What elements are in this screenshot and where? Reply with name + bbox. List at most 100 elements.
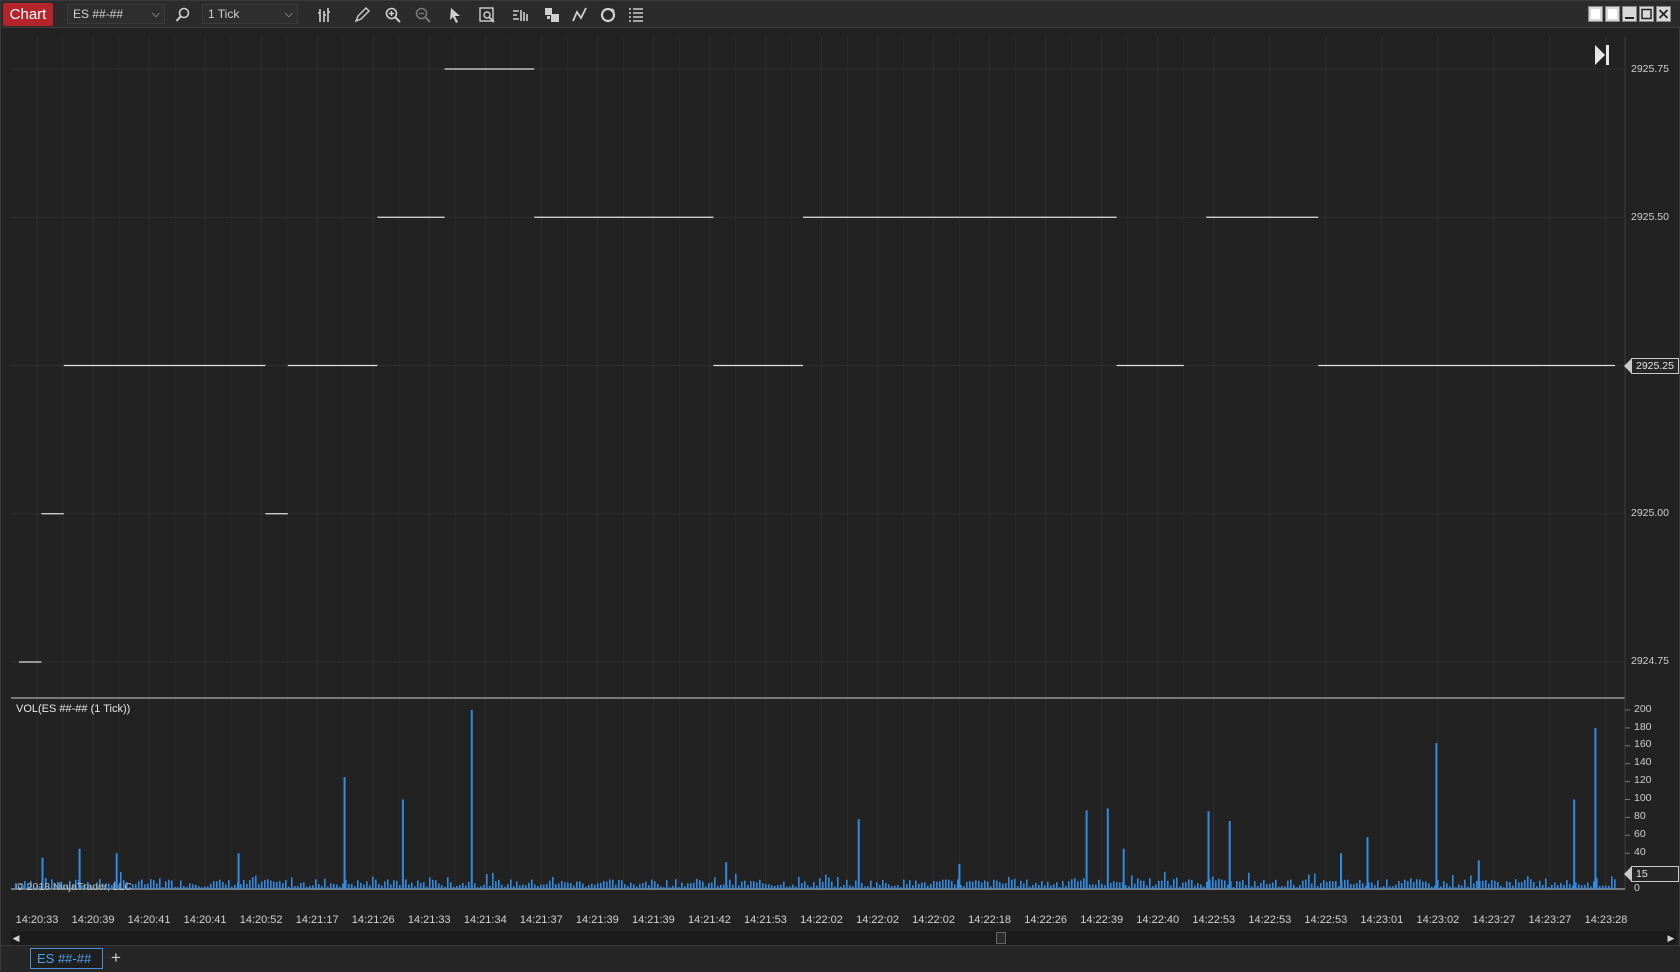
volume-bar <box>1308 874 1310 889</box>
current-volume-marker: 15 <box>1624 866 1679 882</box>
volume-bar <box>1485 880 1487 889</box>
volume-bar <box>470 710 473 889</box>
volume-bar <box>1518 882 1520 889</box>
volume-bar <box>984 880 986 889</box>
price-axis-label: 2925.50 <box>1631 211 1669 223</box>
volume-bar <box>1311 883 1313 889</box>
volume-bar <box>1092 884 1094 889</box>
volume-bar <box>348 883 350 889</box>
volume-bar <box>1200 884 1202 889</box>
volume-bar <box>1251 886 1253 889</box>
volume-bar <box>1566 880 1568 889</box>
volume-bar <box>1221 879 1223 889</box>
horizontal-scrollbar[interactable]: ◀ ▶ <box>11 931 1676 945</box>
volume-bar <box>1584 884 1586 889</box>
scroll-thumb[interactable] <box>996 932 1006 944</box>
volume-bar <box>1098 879 1100 889</box>
scroll-left-icon[interactable]: ◀ <box>11 933 21 943</box>
volume-bar <box>1053 884 1055 889</box>
volume-bar <box>663 887 665 889</box>
volume-bar <box>297 885 299 889</box>
volume-bar <box>1392 886 1394 889</box>
volume-bar <box>1590 886 1592 889</box>
time-axis-label: 14:22:40 <box>1136 914 1180 926</box>
volume-bar <box>555 884 557 889</box>
volume-bar <box>1509 882 1511 889</box>
volume-bar <box>1435 743 1438 889</box>
volume-bar <box>1032 884 1034 889</box>
volume-bar <box>1557 885 1559 889</box>
volume-bar <box>1581 885 1583 889</box>
volume-bar <box>897 885 899 889</box>
volume-bar <box>798 876 800 889</box>
volume-bar <box>768 884 770 889</box>
volume-bar <box>408 884 410 889</box>
volume-bar <box>1593 881 1595 889</box>
volume-bar <box>1038 884 1040 889</box>
volume-bar <box>657 884 659 889</box>
volume-axis-label: 200 <box>1634 703 1652 715</box>
scroll-to-end-icon[interactable] <box>1593 43 1611 67</box>
volume-bar <box>294 885 296 889</box>
volume-bar <box>819 878 821 889</box>
volume-bar <box>522 884 524 889</box>
volume-bar <box>1188 879 1190 889</box>
volume-bar <box>1293 884 1295 889</box>
volume-bar <box>1530 879 1532 889</box>
volume-bar <box>513 886 515 889</box>
volume-bar <box>699 880 701 889</box>
volume-bar <box>1047 881 1049 889</box>
volume-bar <box>978 880 980 889</box>
chart-plot-area[interactable] <box>1 1 1680 931</box>
volume-bar <box>180 880 182 889</box>
volume-bar <box>1080 880 1082 889</box>
volume-bar <box>423 882 425 889</box>
volume-bar <box>993 879 995 889</box>
volume-bar <box>369 885 371 889</box>
volume-bar <box>456 885 458 889</box>
instrument-tab[interactable]: ES ##-## <box>30 948 103 969</box>
volume-bar <box>1281 885 1283 889</box>
volume-bar <box>1377 880 1379 889</box>
volume-bar <box>504 886 506 889</box>
volume-bar <box>942 879 944 889</box>
volume-bar <box>1536 886 1538 889</box>
volume-bar <box>438 883 440 889</box>
volume-bar <box>666 880 668 889</box>
volume-bar <box>1203 886 1205 889</box>
volume-bar <box>1191 879 1193 889</box>
volume-bar <box>1578 884 1580 889</box>
volume-bar <box>501 884 503 889</box>
volume-bar <box>903 879 905 889</box>
volume-bar <box>1085 810 1088 889</box>
volume-bar <box>1005 883 1007 889</box>
add-tab-button[interactable]: + <box>105 948 127 969</box>
volume-bar <box>276 881 278 889</box>
volume-bar <box>1551 884 1553 889</box>
volume-bar <box>204 886 206 889</box>
volume-bar <box>1563 884 1565 889</box>
current-price-marker: 2925.25 <box>1624 358 1679 374</box>
volume-bar <box>1353 884 1355 889</box>
volume-bar <box>732 884 734 889</box>
volume-bar <box>528 882 530 889</box>
volume-bar <box>378 883 380 889</box>
volume-bar <box>1137 878 1139 889</box>
volume-bar <box>1101 883 1103 889</box>
volume-bar <box>1023 883 1025 889</box>
volume-bar <box>618 879 620 889</box>
volume-bar <box>612 879 614 889</box>
volume-bar <box>630 882 632 889</box>
volume-bar <box>327 886 329 889</box>
volume-bar <box>1521 881 1523 889</box>
volume-bar <box>366 881 368 889</box>
volume-bar <box>813 882 815 889</box>
volume-bar <box>1455 887 1457 889</box>
volume-bar <box>462 883 464 889</box>
time-axis-label: 14:22:02 <box>800 914 843 926</box>
volume-bar <box>405 879 407 889</box>
volume-bar <box>159 878 161 889</box>
volume-bar <box>183 886 185 889</box>
scroll-right-icon[interactable]: ▶ <box>1666 933 1676 943</box>
volume-bar <box>924 882 926 889</box>
